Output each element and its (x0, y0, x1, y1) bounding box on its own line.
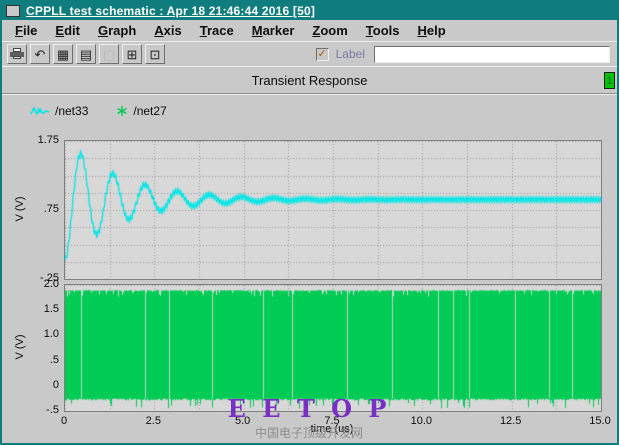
split-window-icon[interactable]: ⊞ (122, 44, 142, 64)
waveform-plot-net27[interactable] (64, 284, 602, 412)
print-icon[interactable] (7, 44, 27, 64)
menu-bar: File Edit Graph Axis Trace Marker Zoom T… (2, 20, 617, 42)
window-title: CPPLL test schematic : Apr 18 21:46:44 2… (26, 4, 316, 18)
x-tick-label: 12.5 (499, 415, 522, 427)
label-checkbox[interactable]: ✓ (315, 47, 329, 61)
x-tick-label: 0 (60, 415, 68, 427)
app-window: CPPLL test schematic : Apr 18 21:46:44 2… (0, 0, 619, 445)
toolbar: ↶ ▦ ▤ ▢ ⊞ ⊡ ✓ Label (2, 42, 617, 66)
menu-edit[interactable]: Edit (46, 21, 89, 40)
watermark-subtext: 中国电子顶级开发网 (254, 426, 364, 440)
watermark-text: E E T O P (227, 394, 391, 423)
graph-title: Transient Response (251, 72, 368, 88)
y-tick-label: .5 (49, 353, 59, 366)
menu-trace[interactable]: Trace (191, 21, 243, 40)
plot-area: V (V) V (V) 1.75.75 -.25 2.0 1.5 1.0.5 0 -.5 0 2… (2, 128, 617, 443)
menu-graph[interactable]: Graph (89, 21, 145, 40)
menu-axis[interactable]: Axis (145, 21, 190, 40)
strip-chart-icon[interactable]: ▤ (76, 44, 96, 64)
net33-trace-icon (30, 106, 50, 116)
subwindow-icon[interactable]: ⊡ (145, 44, 165, 64)
x-tick-label: 2.5 (145, 415, 161, 427)
x-tick-label: 10.0 (410, 415, 433, 427)
y-tick-label: 2.0 (43, 278, 59, 290)
legend: /net33 /net27 (2, 94, 617, 128)
title-bar[interactable]: CPPLL test schematic : Apr 18 21:46:44 2… (2, 2, 617, 20)
y-tick-label: 0 (52, 378, 59, 391)
printer-glyph (10, 48, 24, 60)
menu-zoom[interactable]: Zoom (303, 21, 356, 40)
waveform-plot-net33[interactable] (64, 140, 602, 280)
blank-icon[interactable]: ▢ (99, 44, 119, 64)
net27-asterisk-icon (117, 106, 128, 116)
legend-item-net33[interactable]: /net33 (30, 104, 88, 118)
label-checkbox-text: Label (335, 47, 365, 61)
legend-label-net27: /net27 (133, 104, 167, 118)
menu-marker[interactable]: Marker (243, 21, 304, 40)
x-tick-label: 15.0 (589, 415, 611, 427)
legend-label-net33: /net33 (55, 104, 89, 118)
menu-tools[interactable]: Tools (357, 21, 409, 40)
y-tick-label: 1.0 (43, 328, 59, 341)
undo-icon[interactable]: ↶ (30, 44, 50, 64)
grid-icon[interactable]: ▦ (53, 44, 73, 64)
menu-file[interactable]: File (6, 21, 46, 40)
label-input[interactable] (374, 45, 610, 63)
graph-header: Transient Response 1 (2, 66, 617, 94)
y-tick-label: .75 (43, 203, 59, 215)
window-menu-icon[interactable] (6, 5, 20, 17)
y-tick-label: 1.75 (37, 134, 59, 146)
legend-item-net27[interactable]: /net27 (116, 104, 167, 118)
menu-help[interactable]: Help (409, 21, 455, 40)
page-badge[interactable]: 1 (604, 72, 615, 89)
y-tick-label: 1.5 (43, 303, 59, 316)
